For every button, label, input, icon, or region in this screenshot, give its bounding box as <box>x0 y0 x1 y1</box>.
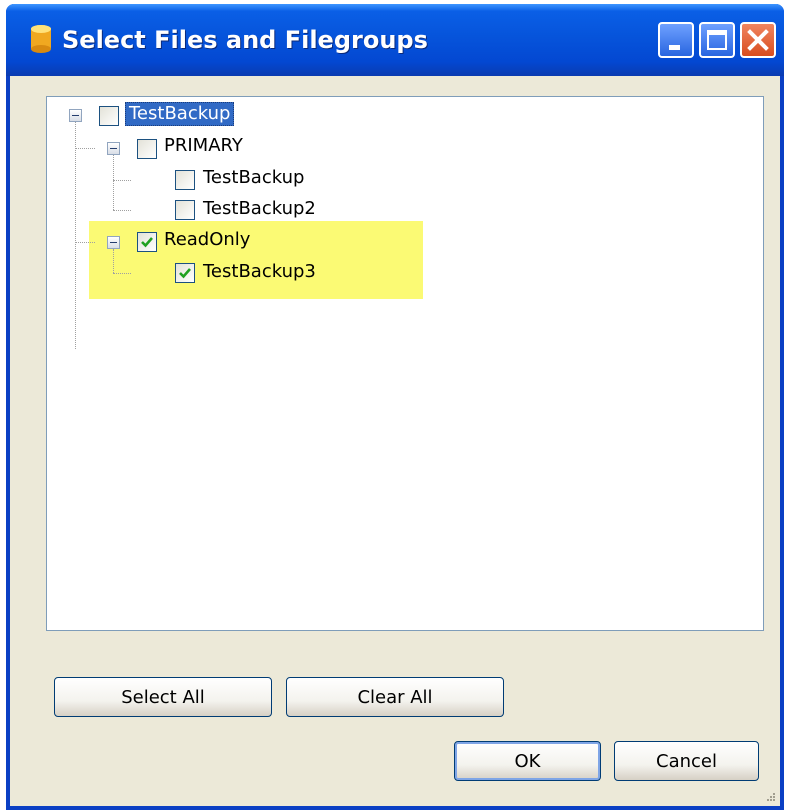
cancel-button[interactable]: Cancel <box>614 741 759 781</box>
clear-all-button[interactable]: Clear All <box>286 677 504 717</box>
node-checkbox[interactable] <box>137 139 157 159</box>
node-checkbox-checked[interactable] <box>175 263 195 283</box>
resize-grip-icon[interactable] <box>764 790 776 802</box>
window-title: Select Files and Filegroups <box>62 26 428 54</box>
ok-button[interactable]: OK <box>454 741 601 781</box>
tree-node-label[interactable]: PRIMARY <box>164 135 243 157</box>
tree-line <box>75 242 95 243</box>
collapse-toggle[interactable] <box>107 236 120 249</box>
checkmark-icon <box>141 237 153 248</box>
collapse-toggle[interactable] <box>69 109 82 122</box>
node-checkbox-checked[interactable] <box>137 232 157 252</box>
tree-node-label[interactable]: TestBackup <box>203 167 304 189</box>
minimize-button[interactable] <box>658 22 694 58</box>
checkmark-icon <box>179 268 191 279</box>
tree-node-label[interactable]: TestBackup3 <box>203 261 316 283</box>
tree-line <box>75 148 95 149</box>
node-checkbox[interactable] <box>175 170 195 190</box>
close-icon <box>747 29 769 51</box>
tree-line <box>113 273 131 274</box>
tree-line <box>113 249 114 273</box>
collapse-toggle[interactable] <box>107 142 120 155</box>
tree-line <box>113 210 131 211</box>
tree-line <box>75 121 76 349</box>
tree-node-label[interactable]: ReadOnly <box>164 229 250 251</box>
select-files-dialog: Select Files and Filegroups TestBackup P… <box>6 4 784 810</box>
tree-node-label[interactable]: TestBackup <box>125 102 235 126</box>
maximize-icon <box>707 30 727 50</box>
tree-line <box>113 180 131 181</box>
tree-node-label[interactable]: TestBackup2 <box>203 198 316 220</box>
title-bar[interactable]: Select Files and Filegroups <box>6 4 784 76</box>
node-checkbox[interactable] <box>99 106 119 126</box>
tree-line <box>113 155 114 210</box>
file-tree-view[interactable]: TestBackup PRIMARY TestBackup TestBackup… <box>46 96 764 631</box>
close-button[interactable] <box>740 22 776 58</box>
database-icon <box>31 25 51 53</box>
select-all-button[interactable]: Select All <box>54 677 272 717</box>
minimize-icon <box>669 45 680 50</box>
maximize-button[interactable] <box>699 22 735 58</box>
node-checkbox[interactable] <box>175 200 195 220</box>
